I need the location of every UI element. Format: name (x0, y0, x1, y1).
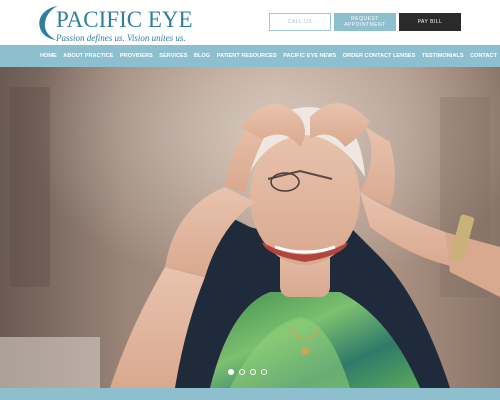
nav-item-providers[interactable]: PROVIDERS (120, 53, 153, 59)
call-us-button[interactable]: CALL US (269, 13, 331, 31)
slider-dot-3[interactable] (250, 369, 256, 375)
slider-dots (228, 369, 272, 375)
main-nav: HOME ABOUT PRACTICE PROVIDERS SERVICES B… (0, 45, 500, 67)
slider-dot-4[interactable] (261, 369, 267, 375)
logo-name: PACIFIC EYE (56, 7, 193, 32)
nav-item-pacific-eye-news[interactable]: PACIFIC EYE NEWS (283, 53, 336, 59)
nav-item-blog[interactable]: BLOG (194, 53, 210, 59)
nav-item-services[interactable]: SERVICES (159, 53, 187, 59)
nav-item-order-contact-lenses[interactable]: ORDER CONTACT LENSES (343, 53, 416, 59)
pay-bill-button[interactable]: PAY BILL (399, 13, 461, 31)
nav-item-testimonials[interactable]: TESTIMONIALS (422, 53, 464, 59)
request-appointment-label-line2: APPOINTMENT (344, 22, 386, 28)
hero-slider[interactable] (0, 67, 500, 388)
nav-item-contact[interactable]: CONTACT (470, 53, 497, 59)
logo-tagline: Passion defines us. Vision unites us. (56, 33, 186, 43)
hero-image (0, 67, 500, 388)
bottom-band (0, 388, 500, 400)
nav-item-home[interactable]: HOME (40, 53, 57, 59)
site-header: PACIFIC EYE Passion defines us. Vision u… (0, 0, 500, 45)
slider-dot-1[interactable] (228, 369, 234, 375)
slider-dot-2[interactable] (239, 369, 245, 375)
nav-item-patient-resources[interactable]: PATIENT RESOURCES (217, 53, 277, 59)
logo[interactable]: PACIFIC EYE Passion defines us. Vision u… (36, 4, 193, 43)
request-appointment-button[interactable]: REQUEST APPOINTMENT (334, 13, 396, 31)
nav-item-about-practice[interactable]: ABOUT PRACTICE (63, 53, 113, 59)
